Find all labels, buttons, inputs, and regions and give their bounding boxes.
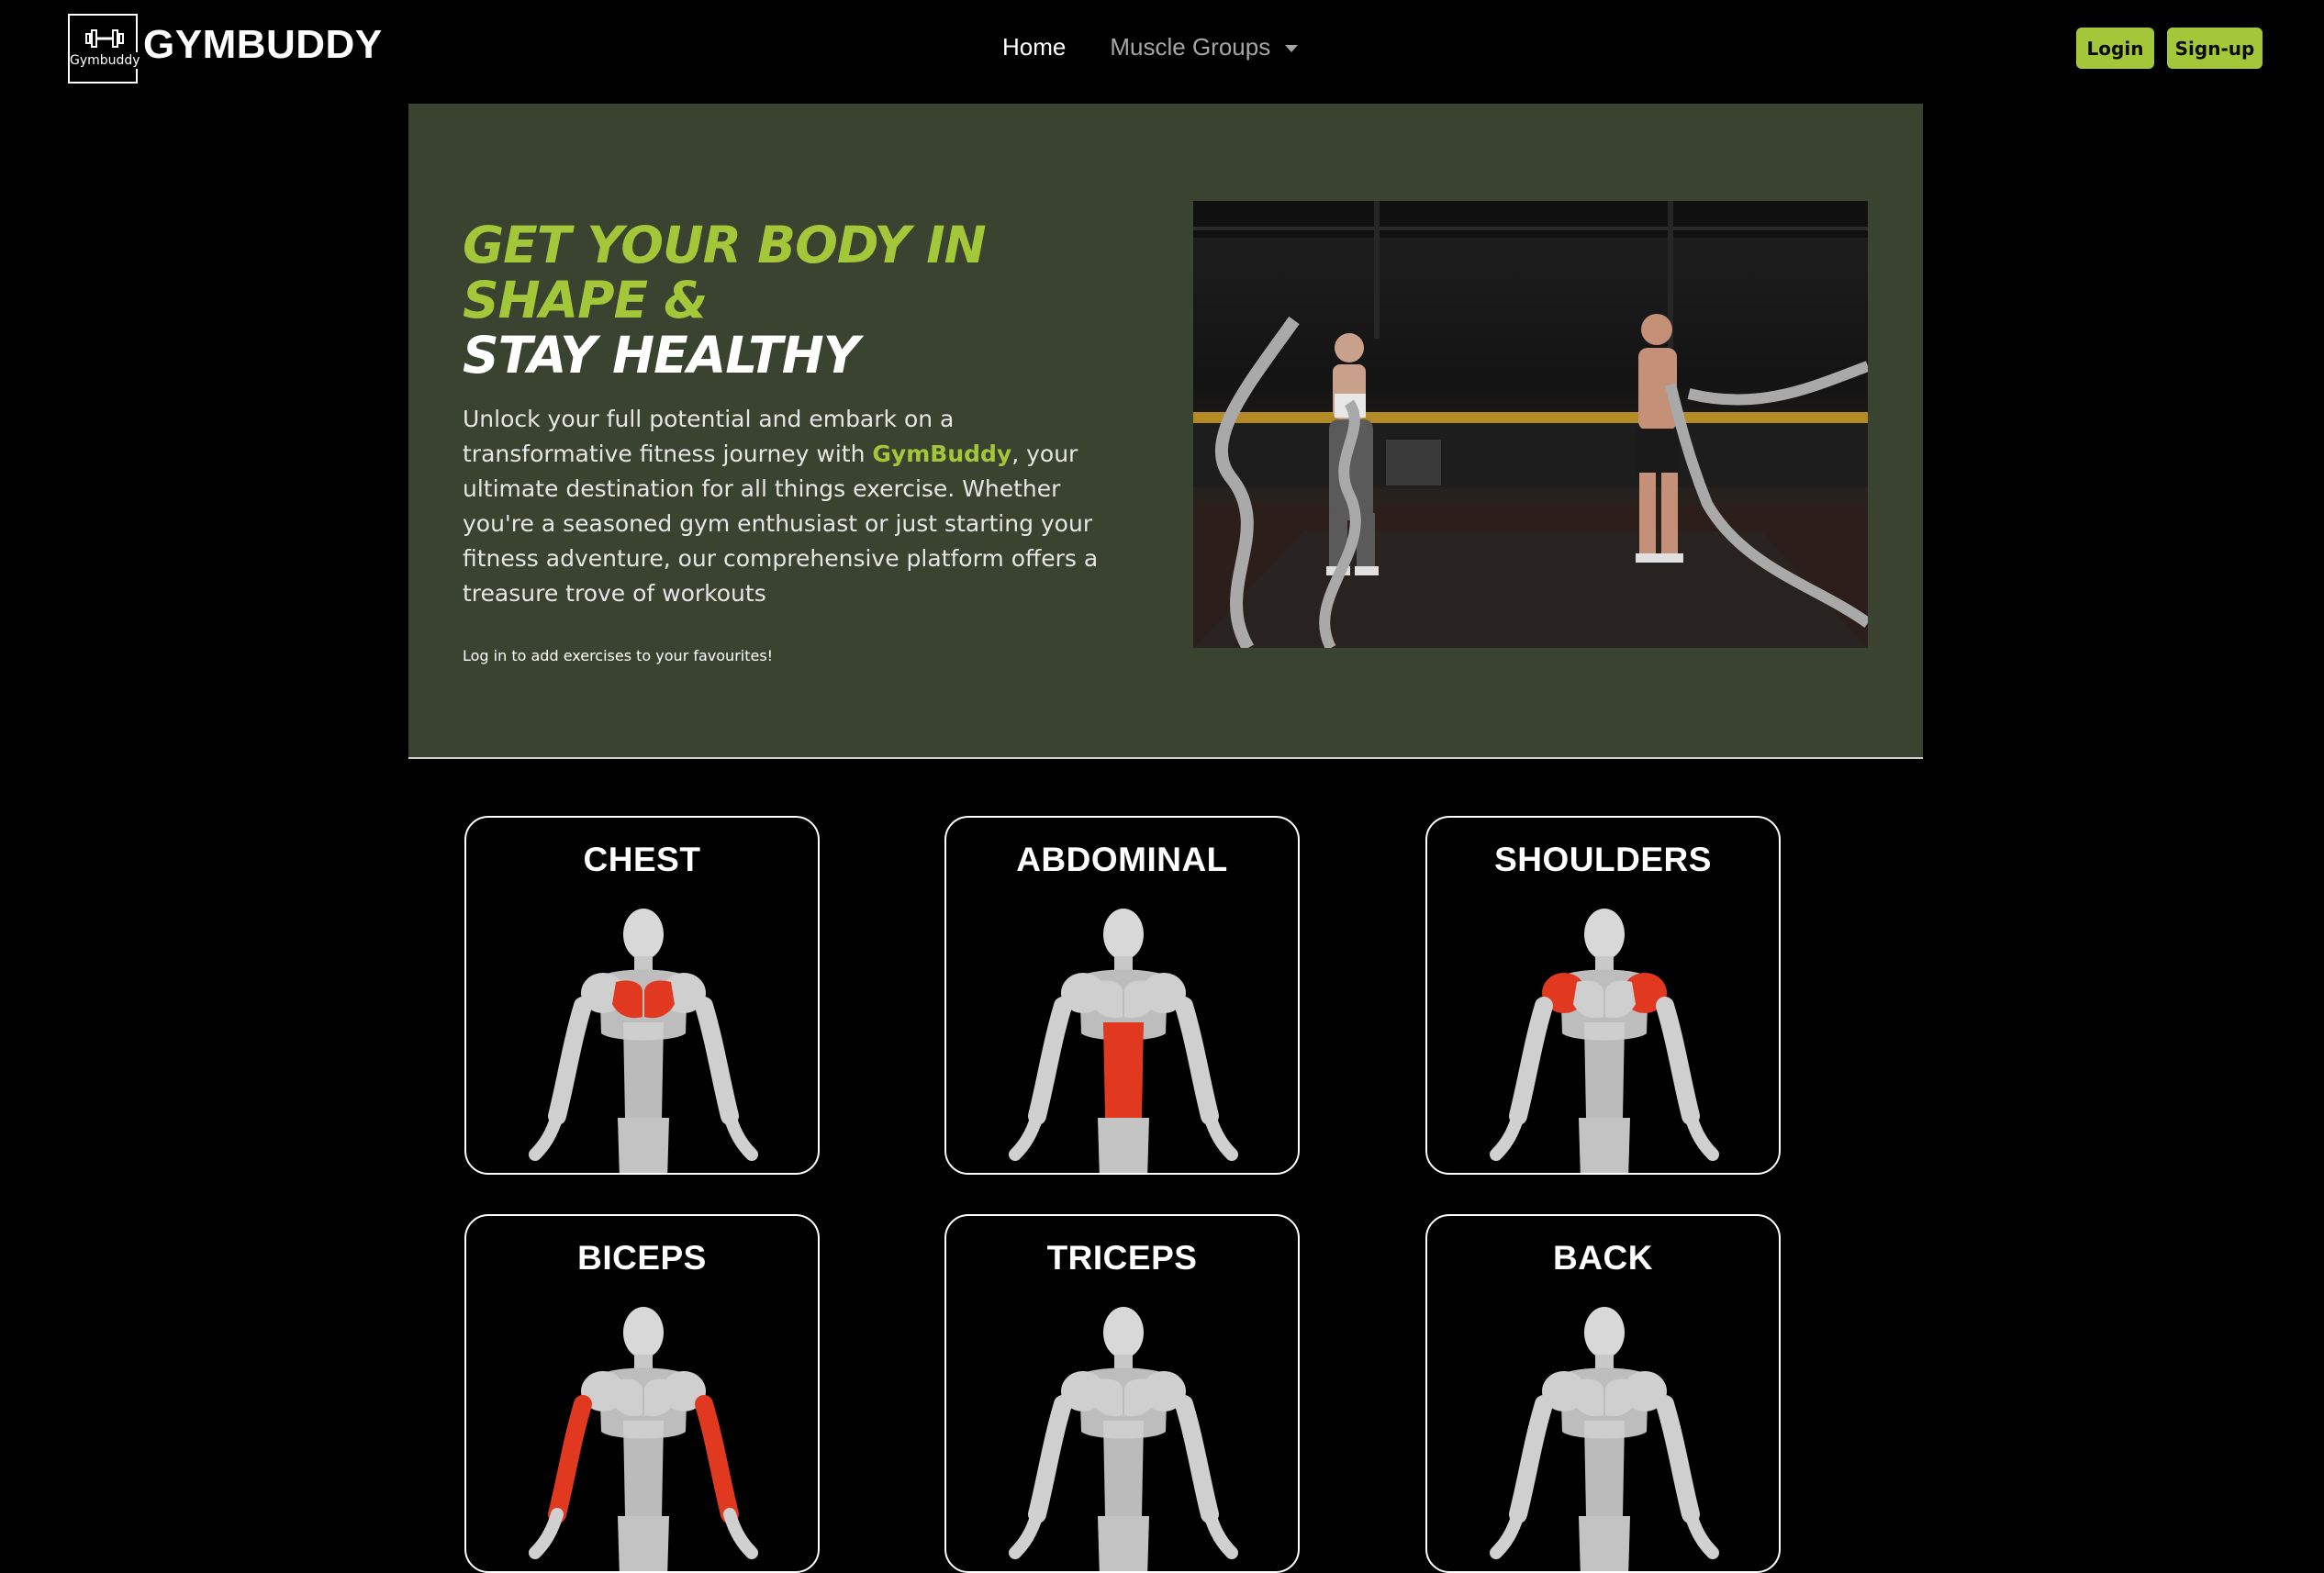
- anatomy-figure-icon: [1009, 1307, 1238, 1571]
- muscle-card-abdominal[interactable]: ABDOMINAL: [944, 816, 1300, 1175]
- anatomy-figure-icon: [1009, 909, 1238, 1173]
- nav-muscle-groups-dropdown[interactable]: Muscle Groups: [1110, 33, 1299, 61]
- muscle-card-title: BICEPS: [577, 1239, 707, 1277]
- login-button[interactable]: Login: [2076, 28, 2154, 69]
- muscle-card-title: BACK: [1553, 1239, 1653, 1277]
- logo-text: Gymbuddy: [70, 52, 140, 69]
- anatomy-figure-icon: [1490, 909, 1719, 1173]
- anatomy-figure-icon: [529, 1307, 758, 1571]
- anatomy-figure-icon: [1490, 1307, 1719, 1571]
- muscle-card-biceps[interactable]: BICEPS: [464, 1214, 820, 1573]
- hero-brand-highlight: GymBuddy: [872, 441, 1012, 467]
- chevron-down-icon: [1285, 44, 1299, 52]
- signup-button[interactable]: Sign-up: [2167, 28, 2263, 69]
- login-hint: Log in to add exercises to your favourit…: [463, 647, 774, 664]
- anatomy-figure-icon: [529, 909, 758, 1173]
- hero-section: GET YOUR BODY IN SHAPE & STAY HEALTHY Un…: [408, 104, 1923, 759]
- brand-logo[interactable]: Gymbuddy: [68, 14, 140, 84]
- battle-ropes-illustration: [1193, 201, 1868, 648]
- muscle-card-title: SHOULDERS: [1494, 841, 1712, 878]
- muscle-card-title: ABDOMINAL: [1016, 841, 1228, 878]
- dumbbell-icon: [85, 29, 124, 48]
- hero-description: Unlock your full potential and embark on…: [463, 402, 1123, 611]
- muscle-card-title: CHEST: [583, 841, 701, 878]
- navbar: Gymbuddy GYMBUDDY Home Muscle Groups Log…: [0, 0, 2324, 101]
- nav-muscle-groups-label: Muscle Groups: [1110, 33, 1271, 61]
- nav-links: Home Muscle Groups: [1002, 33, 1299, 61]
- hero-title-accent: GET YOUR BODY IN SHAPE &: [463, 216, 987, 329]
- hero-title: GET YOUR BODY IN SHAPE & STAY HEALTHY: [463, 218, 1105, 383]
- muscle-card-shoulders[interactable]: SHOULDERS: [1425, 816, 1781, 1175]
- hero-title-white: STAY HEALTHY: [463, 326, 860, 385]
- muscle-card-triceps[interactable]: TRICEPS: [944, 1214, 1300, 1573]
- nav-home-link[interactable]: Home: [1002, 33, 1066, 61]
- muscle-card-chest[interactable]: CHEST: [464, 816, 820, 1175]
- muscle-card-title: TRICEPS: [1046, 1239, 1198, 1277]
- muscle-card-back[interactable]: BACK: [1425, 1214, 1781, 1573]
- brand-name[interactable]: GYMBUDDY: [143, 22, 383, 68]
- hero-gym-photo: [1193, 201, 1868, 648]
